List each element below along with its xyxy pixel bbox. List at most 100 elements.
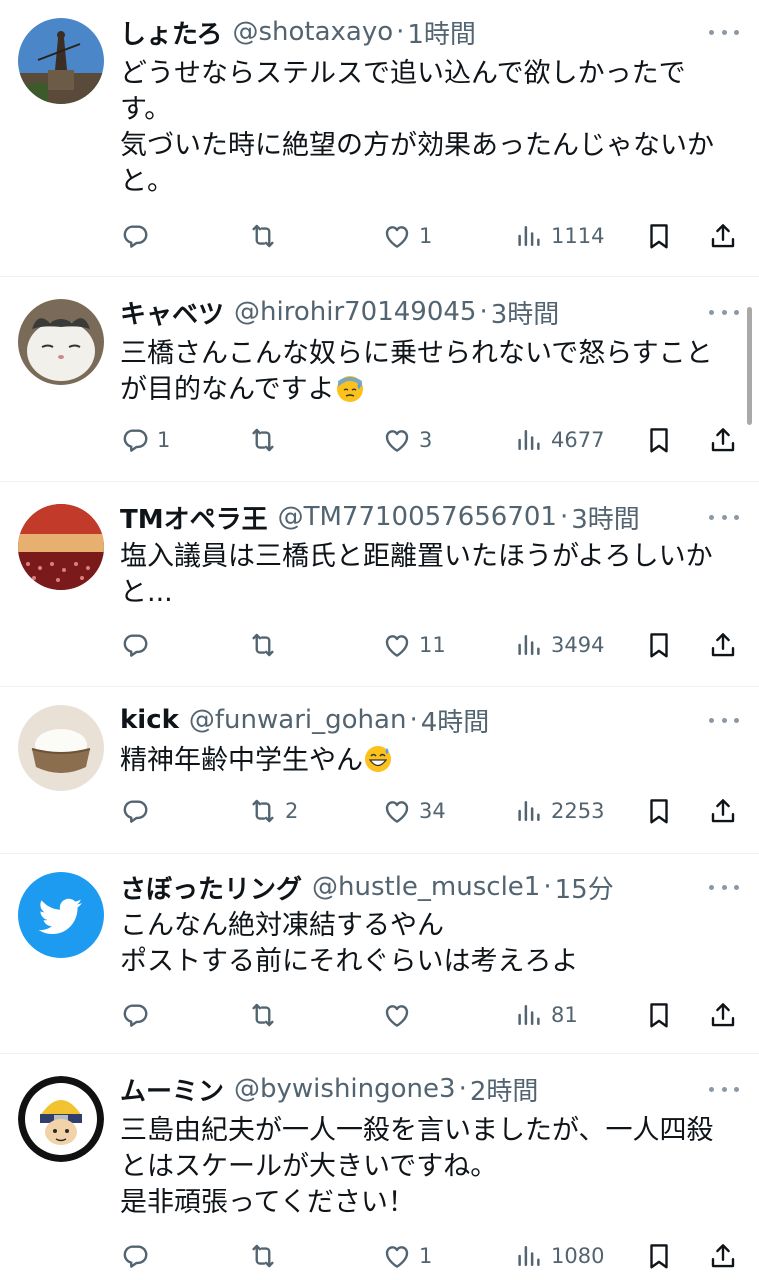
view-count: 81	[551, 1003, 578, 1027]
user-handle[interactable]: @hirohir70149045	[234, 297, 476, 327]
action-bar: 1 3 4677	[120, 422, 740, 458]
text-line: 三橋さんこんな奴らに乗せられないで怒らすこと	[120, 338, 713, 369]
bookmark-icon	[644, 221, 674, 251]
bookmark-button[interactable]	[644, 627, 674, 663]
views-icon	[514, 1241, 544, 1271]
repost-icon	[248, 425, 278, 455]
share-icon	[708, 1000, 738, 1030]
separator-dot: ·	[396, 17, 405, 47]
scrollbar[interactable]	[747, 307, 752, 425]
share-button[interactable]	[708, 422, 738, 458]
timestamp[interactable]: 3時間	[571, 499, 640, 535]
like-button[interactable]: 11	[382, 627, 446, 663]
reply-button[interactable]	[120, 997, 157, 1033]
more-icon[interactable]	[709, 507, 739, 527]
share-button[interactable]	[708, 793, 738, 829]
display-name[interactable]: キャベツ	[120, 294, 224, 330]
reply-icon	[120, 221, 150, 251]
timestamp[interactable]: 1時間	[407, 14, 476, 50]
avatar-cat[interactable]	[18, 299, 104, 385]
repost-button[interactable]	[248, 422, 285, 458]
more-icon[interactable]	[709, 22, 739, 42]
action-bar: 1 1080	[120, 1238, 740, 1274]
views-button[interactable]: 1114	[514, 218, 604, 254]
tweet-3[interactable]: TMオペラ王 @TM7710057656701 · 3時間 塩入議員は三橋氏と距…	[0, 482, 759, 687]
display-name[interactable]: ムーミン	[120, 1071, 224, 1107]
reply-button[interactable]	[120, 627, 157, 663]
repost-button[interactable]	[248, 218, 285, 254]
reply-count: 1	[157, 428, 171, 452]
bookmark-button[interactable]	[644, 218, 674, 254]
reply-button[interactable]	[120, 793, 157, 829]
avatar-rice-bowl[interactable]	[18, 705, 104, 791]
views-button[interactable]: 4677	[514, 422, 604, 458]
share-button[interactable]	[708, 1238, 738, 1274]
tweet-5[interactable]: さぼったリング @hustle_muscle1 · 15分 こんなん絶対凍結する…	[0, 854, 759, 1054]
action-bar: 1 1114	[120, 218, 740, 254]
display-name[interactable]: しょたろ	[120, 14, 222, 50]
more-icon[interactable]	[709, 1079, 739, 1099]
display-name[interactable]: さぼったリング	[120, 869, 302, 905]
views-icon	[514, 425, 544, 455]
like-button[interactable]: 1	[382, 218, 432, 254]
user-handle[interactable]: @TM7710057656701	[278, 502, 557, 532]
repost-button[interactable]: 2	[248, 793, 298, 829]
like-count: 34	[419, 799, 446, 823]
timestamp[interactable]: 4時間	[421, 702, 490, 738]
display-name[interactable]: TMオペラ王	[120, 499, 268, 535]
views-button[interactable]: 81	[514, 997, 578, 1033]
timestamp[interactable]: 15分	[555, 869, 614, 905]
text-line: どうせならステルスで追い込んで欲しかったで	[120, 58, 686, 89]
repost-icon	[248, 796, 278, 826]
like-button[interactable]: 34	[382, 793, 446, 829]
share-button[interactable]	[708, 997, 738, 1033]
view-count: 1080	[551, 1244, 605, 1268]
reply-button[interactable]	[120, 218, 157, 254]
tweet-4[interactable]: kick @funwari_gohan · 4時間 精神年齢中学生やん 2 34…	[0, 687, 759, 854]
share-button[interactable]	[708, 627, 738, 663]
tweet-text: 三島由紀夫が一人一殺を言いましたが、一人四殺 とはスケールが大きいですね。 是非…	[120, 1113, 740, 1221]
views-icon	[514, 1000, 544, 1030]
view-count: 1114	[551, 224, 605, 248]
user-handle[interactable]: @hustle_muscle1	[312, 872, 540, 902]
user-handle[interactable]: @bywishingone3	[234, 1074, 456, 1104]
bookmark-button[interactable]	[644, 1238, 674, 1274]
more-icon[interactable]	[709, 710, 739, 730]
bookmark-button[interactable]	[644, 422, 674, 458]
like-button[interactable]: 3	[382, 422, 432, 458]
repost-button[interactable]	[248, 997, 285, 1033]
repost-button[interactable]	[248, 1238, 285, 1274]
tweet-2[interactable]: キャベツ @hirohir70149045 · 3時間 三橋さんこんな奴らに乗せ…	[0, 277, 759, 482]
bookmark-button[interactable]	[644, 997, 674, 1033]
timestamp[interactable]: 2時間	[470, 1071, 539, 1107]
text-line: と。	[120, 166, 174, 197]
share-button[interactable]	[708, 218, 738, 254]
display-name[interactable]: kick	[120, 705, 179, 735]
avatar-opera-house[interactable]	[18, 504, 104, 590]
text-line: 気づいた時に絶望の方が効果あったんじゃないか	[120, 130, 714, 161]
avatar-twitter-bird[interactable]	[18, 872, 104, 958]
action-bar: 11 3494	[120, 627, 740, 663]
tweet-1[interactable]: しょたろ @shotaxayo · 1時間 どうせならステルスで追い込んで欲しか…	[0, 0, 759, 277]
avatar-statue[interactable]	[18, 18, 104, 104]
views-button[interactable]: 2253	[514, 793, 604, 829]
tweet-6[interactable]: ムーミン @bywishingone3 · 2時間 三島由紀夫が一人一殺を言いま…	[0, 1054, 759, 1280]
user-handle[interactable]: @funwari_gohan	[189, 705, 407, 735]
repost-button[interactable]	[248, 627, 285, 663]
heart-icon	[382, 1000, 412, 1030]
reply-button[interactable]	[120, 1238, 157, 1274]
bookmark-button[interactable]	[644, 793, 674, 829]
share-icon	[708, 796, 738, 826]
avatar-ninja-character[interactable]	[18, 1076, 104, 1162]
views-button[interactable]: 3494	[514, 627, 604, 663]
like-count: 1	[419, 1244, 433, 1268]
timestamp[interactable]: 3時間	[491, 294, 560, 330]
more-icon[interactable]	[709, 877, 739, 897]
views-button[interactable]: 1080	[514, 1238, 604, 1274]
reply-button[interactable]: 1	[120, 422, 170, 458]
share-icon	[708, 1241, 738, 1271]
user-handle[interactable]: @shotaxayo	[232, 17, 393, 47]
more-icon[interactable]	[709, 302, 739, 322]
like-button[interactable]: 1	[382, 1238, 432, 1274]
like-button[interactable]	[382, 997, 419, 1033]
